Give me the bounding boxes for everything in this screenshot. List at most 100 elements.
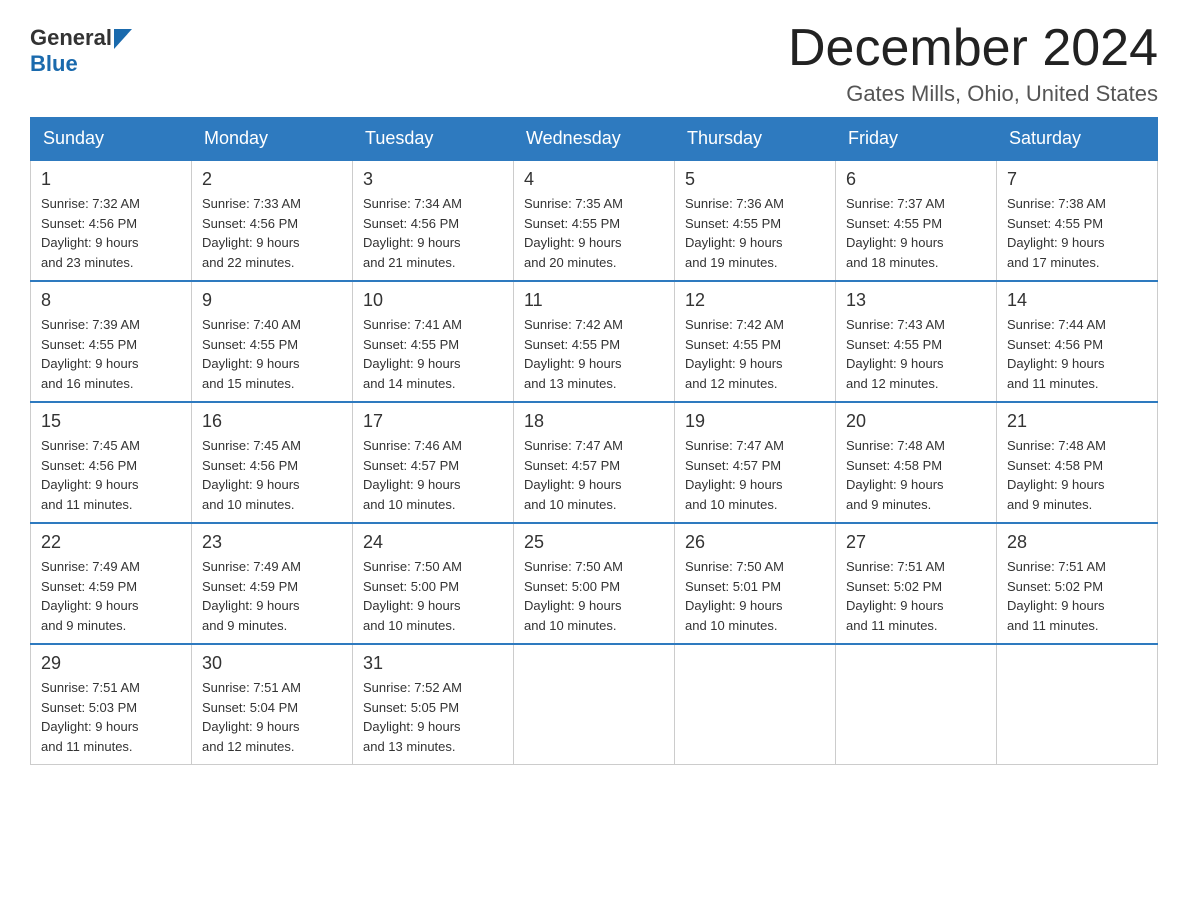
header-saturday: Saturday bbox=[997, 118, 1158, 161]
header-wednesday: Wednesday bbox=[514, 118, 675, 161]
calendar-cell: 19Sunrise: 7:47 AMSunset: 4:57 PMDayligh… bbox=[675, 402, 836, 523]
calendar-week-row: 22Sunrise: 7:49 AMSunset: 4:59 PMDayligh… bbox=[31, 523, 1158, 644]
day-number: 12 bbox=[685, 290, 825, 311]
day-info: Sunrise: 7:33 AMSunset: 4:56 PMDaylight:… bbox=[202, 194, 342, 272]
header-friday: Friday bbox=[836, 118, 997, 161]
calendar-cell: 23 Sunrise: 7:49 AMSunset: 4:59 PMDayligh… bbox=[192, 523, 353, 644]
calendar-cell: 15 Sunrise: 7:45 AMSunset: 4:56 PMDayligh… bbox=[31, 402, 192, 523]
day-number: 14 bbox=[1007, 290, 1147, 311]
calendar-cell: 28 Sunrise: 7:51 AMSunset: 5:02 PMDayligh… bbox=[997, 523, 1158, 644]
calendar-week-row: 1Sunrise: 7:32 AMSunset: 4:56 PMDaylight… bbox=[31, 160, 1158, 281]
day-number: 29 bbox=[41, 653, 181, 674]
calendar-cell bbox=[836, 644, 997, 765]
day-info: Sunrise: 7:49 AMSunset: 4:59 PMDaylight:… bbox=[41, 557, 181, 635]
calendar-cell: 31 Sunrise: 7:52 AMSunset: 5:05 PMDayligh… bbox=[353, 644, 514, 765]
day-number: 16 bbox=[202, 411, 342, 432]
calendar-cell: 7Sunrise: 7:38 AMSunset: 4:55 PMDaylight… bbox=[997, 160, 1158, 281]
day-info: Sunrise: 7:51 AMSunset: 5:03 PMDaylight:… bbox=[41, 678, 181, 756]
day-info: Sunrise: 7:34 AMSunset: 4:56 PMDaylight:… bbox=[363, 194, 503, 272]
calendar-cell: 30 Sunrise: 7:51 AMSunset: 5:04 PMDayligh… bbox=[192, 644, 353, 765]
calendar-cell: 5Sunrise: 7:36 AMSunset: 4:55 PMDaylight… bbox=[675, 160, 836, 281]
calendar-cell bbox=[997, 644, 1158, 765]
day-number: 15 bbox=[41, 411, 181, 432]
day-info: Sunrise: 7:32 AMSunset: 4:56 PMDaylight:… bbox=[41, 194, 181, 272]
day-info: Sunrise: 7:47 AMSunset: 4:57 PMDaylight:… bbox=[524, 436, 664, 514]
calendar-cell: 2 Sunrise: 7:33 AMSunset: 4:56 PMDaylight… bbox=[192, 160, 353, 281]
calendar-cell: 3Sunrise: 7:34 AMSunset: 4:56 PMDaylight… bbox=[353, 160, 514, 281]
page-header: General Blue December 2024 Gates Mills, … bbox=[30, 20, 1158, 107]
day-info: Sunrise: 7:52 AMSunset: 5:05 PMDaylight:… bbox=[363, 678, 503, 756]
day-number: 7 bbox=[1007, 169, 1147, 190]
logo-general-text: General bbox=[30, 25, 112, 51]
day-number: 2 bbox=[202, 169, 342, 190]
day-info: Sunrise: 7:45 AMSunset: 4:56 PMDaylight:… bbox=[202, 436, 342, 514]
logo: General Blue bbox=[30, 20, 132, 77]
day-info: Sunrise: 7:50 AMSunset: 5:00 PMDaylight:… bbox=[363, 557, 503, 635]
calendar-week-row: 29 Sunrise: 7:51 AMSunset: 5:03 PMDayligh… bbox=[31, 644, 1158, 765]
day-number: 8 bbox=[41, 290, 181, 311]
calendar-cell: 8 Sunrise: 7:39 AMSunset: 4:55 PMDaylight… bbox=[31, 281, 192, 402]
day-number: 4 bbox=[524, 169, 664, 190]
day-number: 13 bbox=[846, 290, 986, 311]
day-number: 21 bbox=[1007, 411, 1147, 432]
day-number: 31 bbox=[363, 653, 503, 674]
day-info: Sunrise: 7:47 AMSunset: 4:57 PMDaylight:… bbox=[685, 436, 825, 514]
day-number: 10 bbox=[363, 290, 503, 311]
calendar-cell: 1Sunrise: 7:32 AMSunset: 4:56 PMDaylight… bbox=[31, 160, 192, 281]
day-info: Sunrise: 7:48 AMSunset: 4:58 PMDaylight:… bbox=[1007, 436, 1147, 514]
day-info: Sunrise: 7:39 AMSunset: 4:55 PMDaylight:… bbox=[41, 315, 181, 393]
logo-triangle-icon bbox=[114, 29, 132, 49]
calendar-cell: 26 Sunrise: 7:50 AMSunset: 5:01 PMDayligh… bbox=[675, 523, 836, 644]
day-info: Sunrise: 7:42 AMSunset: 4:55 PMDaylight:… bbox=[524, 315, 664, 393]
day-info: Sunrise: 7:50 AMSunset: 5:00 PMDaylight:… bbox=[524, 557, 664, 635]
calendar-cell: 24 Sunrise: 7:50 AMSunset: 5:00 PMDayligh… bbox=[353, 523, 514, 644]
calendar-cell: 17Sunrise: 7:46 AMSunset: 4:57 PMDayligh… bbox=[353, 402, 514, 523]
header-sunday: Sunday bbox=[31, 118, 192, 161]
day-info: Sunrise: 7:49 AMSunset: 4:59 PMDaylight:… bbox=[202, 557, 342, 635]
day-number: 26 bbox=[685, 532, 825, 553]
day-number: 30 bbox=[202, 653, 342, 674]
calendar-cell bbox=[514, 644, 675, 765]
calendar-header-row: SundayMondayTuesdayWednesdayThursdayFrid… bbox=[31, 118, 1158, 161]
calendar-cell: 12 Sunrise: 7:42 AMSunset: 4:55 PMDayligh… bbox=[675, 281, 836, 402]
day-number: 27 bbox=[846, 532, 986, 553]
day-info: Sunrise: 7:44 AMSunset: 4:56 PMDaylight:… bbox=[1007, 315, 1147, 393]
day-info: Sunrise: 7:46 AMSunset: 4:57 PMDaylight:… bbox=[363, 436, 503, 514]
day-info: Sunrise: 7:40 AMSunset: 4:55 PMDaylight:… bbox=[202, 315, 342, 393]
day-info: Sunrise: 7:42 AMSunset: 4:55 PMDaylight:… bbox=[685, 315, 825, 393]
calendar-week-row: 15 Sunrise: 7:45 AMSunset: 4:56 PMDayligh… bbox=[31, 402, 1158, 523]
month-year-title: December 2024 bbox=[788, 20, 1158, 77]
day-number: 9 bbox=[202, 290, 342, 311]
day-info: Sunrise: 7:35 AMSunset: 4:55 PMDaylight:… bbox=[524, 194, 664, 272]
calendar-cell: 22Sunrise: 7:49 AMSunset: 4:59 PMDayligh… bbox=[31, 523, 192, 644]
day-info: Sunrise: 7:36 AMSunset: 4:55 PMDaylight:… bbox=[685, 194, 825, 272]
day-info: Sunrise: 7:50 AMSunset: 5:01 PMDaylight:… bbox=[685, 557, 825, 635]
day-number: 28 bbox=[1007, 532, 1147, 553]
calendar-cell: 27Sunrise: 7:51 AMSunset: 5:02 PMDayligh… bbox=[836, 523, 997, 644]
calendar-cell: 18Sunrise: 7:47 AMSunset: 4:57 PMDayligh… bbox=[514, 402, 675, 523]
calendar-cell: 10Sunrise: 7:41 AMSunset: 4:55 PMDayligh… bbox=[353, 281, 514, 402]
calendar-cell: 20Sunrise: 7:48 AMSunset: 4:58 PMDayligh… bbox=[836, 402, 997, 523]
day-number: 25 bbox=[524, 532, 664, 553]
day-info: Sunrise: 7:51 AMSunset: 5:04 PMDaylight:… bbox=[202, 678, 342, 756]
logo-blue-text: Blue bbox=[30, 51, 78, 77]
day-number: 6 bbox=[846, 169, 986, 190]
day-number: 23 bbox=[202, 532, 342, 553]
day-number: 24 bbox=[363, 532, 503, 553]
day-info: Sunrise: 7:43 AMSunset: 4:55 PMDaylight:… bbox=[846, 315, 986, 393]
calendar-week-row: 8 Sunrise: 7:39 AMSunset: 4:55 PMDaylight… bbox=[31, 281, 1158, 402]
day-info: Sunrise: 7:51 AMSunset: 5:02 PMDaylight:… bbox=[1007, 557, 1147, 635]
header-tuesday: Tuesday bbox=[353, 118, 514, 161]
calendar-cell: 11 Sunrise: 7:42 AMSunset: 4:55 PMDayligh… bbox=[514, 281, 675, 402]
calendar-cell: 9 Sunrise: 7:40 AMSunset: 4:55 PMDaylight… bbox=[192, 281, 353, 402]
calendar-cell: 25 Sunrise: 7:50 AMSunset: 5:00 PMDayligh… bbox=[514, 523, 675, 644]
header-thursday: Thursday bbox=[675, 118, 836, 161]
calendar-cell: 6 Sunrise: 7:37 AMSunset: 4:55 PMDaylight… bbox=[836, 160, 997, 281]
day-info: Sunrise: 7:45 AMSunset: 4:56 PMDaylight:… bbox=[41, 436, 181, 514]
day-number: 20 bbox=[846, 411, 986, 432]
day-info: Sunrise: 7:37 AMSunset: 4:55 PMDaylight:… bbox=[846, 194, 986, 272]
calendar-table: SundayMondayTuesdayWednesdayThursdayFrid… bbox=[30, 117, 1158, 765]
calendar-cell: 21 Sunrise: 7:48 AMSunset: 4:58 PMDayligh… bbox=[997, 402, 1158, 523]
day-number: 11 bbox=[524, 290, 664, 311]
calendar-cell: 14 Sunrise: 7:44 AMSunset: 4:56 PMDayligh… bbox=[997, 281, 1158, 402]
